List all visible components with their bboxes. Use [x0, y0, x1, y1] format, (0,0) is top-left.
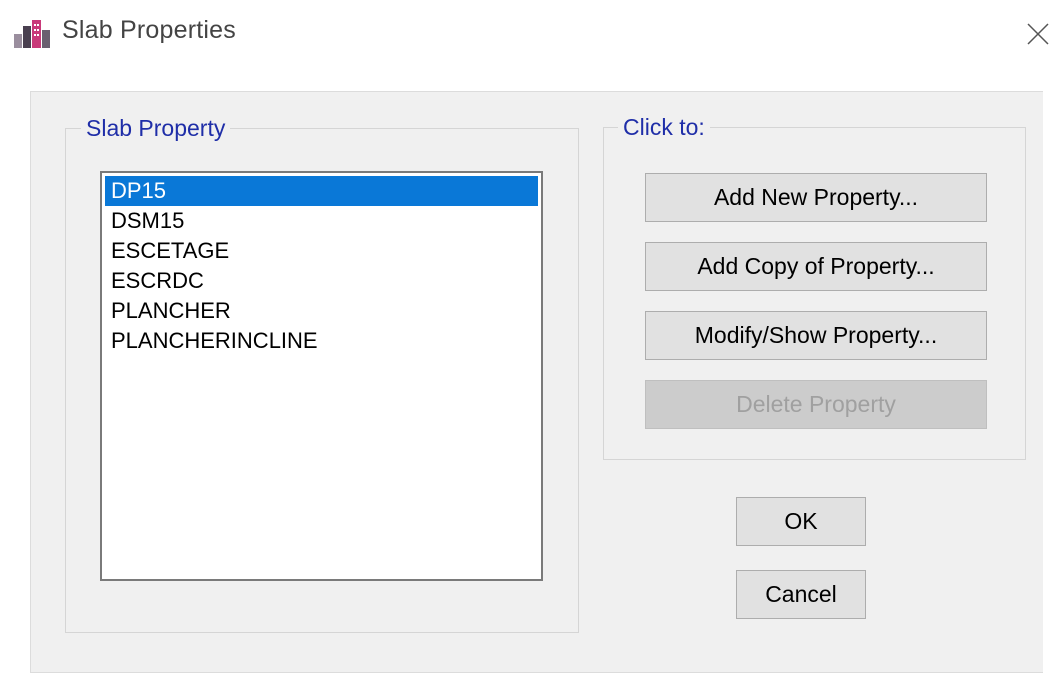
list-item[interactable]: ESCRDC	[105, 266, 538, 296]
slab-property-list[interactable]: DP15 DSM15 ESCETAGE ESCRDC PLANCHER PLAN…	[100, 171, 543, 581]
title-bar: Slab Properties	[0, 0, 1050, 64]
list-item[interactable]: PLANCHERINCLINE	[105, 326, 538, 356]
app-icon	[14, 20, 50, 48]
list-item[interactable]: DP15	[105, 176, 538, 206]
ok-button[interactable]: OK	[736, 497, 866, 546]
list-item[interactable]: PLANCHER	[105, 296, 538, 326]
add-copy-of-property-button[interactable]: Add Copy of Property...	[645, 242, 987, 291]
close-icon[interactable]	[1024, 20, 1050, 46]
list-item[interactable]: DSM15	[105, 206, 538, 236]
cancel-button[interactable]: Cancel	[736, 570, 866, 619]
click-to-legend: Click to:	[618, 114, 710, 141]
slab-property-legend: Slab Property	[81, 115, 231, 142]
list-item[interactable]: ESCETAGE	[105, 236, 538, 266]
window-title: Slab Properties	[62, 16, 236, 44]
add-new-property-button[interactable]: Add New Property...	[645, 173, 987, 222]
modify-show-property-button[interactable]: Modify/Show Property...	[645, 311, 987, 360]
delete-property-button[interactable]: Delete Property	[645, 380, 987, 429]
